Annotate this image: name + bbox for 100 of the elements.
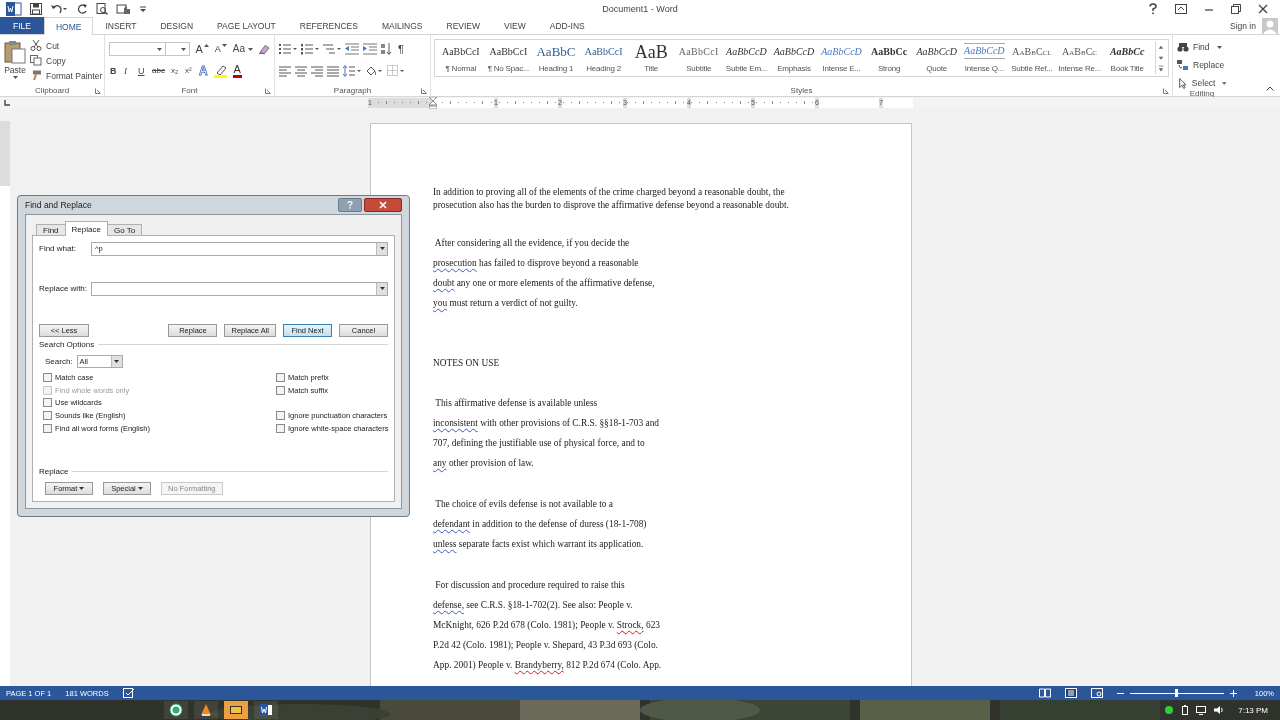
replace-button[interactable]: Replace xyxy=(1177,59,1227,71)
proofing-icon[interactable] xyxy=(122,688,135,698)
ribbon-tab[interactable]: VIEW xyxy=(492,17,538,34)
dialog-launcher-icon[interactable] xyxy=(1163,88,1169,94)
document-text: defendant in addition to the defense of duress (18-1-708) xyxy=(433,518,647,531)
ribbon-tab[interactable]: DESIGN xyxy=(148,17,206,34)
zoom-slider[interactable] xyxy=(1129,688,1224,698)
style-item[interactable]: AaBbC Heading 1 xyxy=(532,42,580,74)
find-button[interactable]: Find xyxy=(1177,41,1227,53)
paste-button[interactable]: Paste xyxy=(4,38,26,84)
style-item[interactable]: AaBbCcI ¶ Normal xyxy=(437,42,485,74)
sort-icon[interactable] xyxy=(381,43,393,55)
dialog-tab[interactable]: Find xyxy=(36,224,66,236)
style-item[interactable]: AaBbCcD Intense Q... xyxy=(960,42,1009,74)
help-icon[interactable] xyxy=(1148,2,1158,15)
taskbar-button[interactable] xyxy=(254,701,278,719)
caret-icon xyxy=(12,76,18,79)
web-layout-icon[interactable] xyxy=(1090,688,1103,698)
show-formatting-marks-button[interactable]: ¶ xyxy=(397,42,405,56)
format-painter-button[interactable]: Format Painter xyxy=(30,69,103,82)
clear-formatting-icon[interactable] xyxy=(258,43,270,55)
numbering-icon[interactable] xyxy=(301,43,319,55)
taskbar-button[interactable] xyxy=(194,701,218,719)
network-icon[interactable] xyxy=(1164,705,1175,715)
cut-button[interactable]: Cut xyxy=(30,39,103,52)
highlighter-icon[interactable] xyxy=(212,64,229,78)
ribbon-tab[interactable]: HOME xyxy=(43,17,94,35)
shrink-font-button[interactable]: A xyxy=(213,42,228,56)
save-icon[interactable] xyxy=(30,2,42,15)
close-icon[interactable] xyxy=(1258,3,1268,14)
indent-marker-icon[interactable] xyxy=(429,97,437,109)
replace-with-field[interactable] xyxy=(91,281,388,296)
file-tab[interactable]: FILE xyxy=(0,17,44,34)
shading-icon[interactable] xyxy=(365,65,383,77)
bold-button[interactable]: B xyxy=(109,64,119,78)
print-layout-icon[interactable] xyxy=(1064,688,1077,698)
style-item[interactable]: AaBbCcI Heading 2 xyxy=(579,42,628,74)
style-item[interactable]: AaBbCcI Subtitle xyxy=(674,42,723,74)
restore-icon[interactable] xyxy=(1231,3,1241,14)
style-item[interactable]: AaBbCc Book Title xyxy=(1103,42,1151,74)
battery-icon[interactable] xyxy=(1182,705,1189,715)
redo-icon[interactable] xyxy=(76,2,88,15)
clock[interactable]: 7:13 PM xyxy=(1238,705,1268,715)
style-item[interactable]: AaBbCcD Quote xyxy=(912,42,961,74)
ribbon-tab[interactable]: REFERENCES xyxy=(287,17,370,34)
change-case-button[interactable]: Aa xyxy=(231,42,255,56)
copy-button[interactable]: Copy xyxy=(30,54,103,67)
style-item[interactable]: AaBbCcI ¶ No Spac... xyxy=(484,42,533,74)
superscript-button[interactable]: x² xyxy=(183,64,194,78)
more-styles-icon[interactable] xyxy=(1156,63,1166,74)
zoom-in-icon[interactable] xyxy=(1229,689,1237,697)
subscript-button[interactable]: x₂ xyxy=(169,64,180,78)
touch-mode-icon[interactable] xyxy=(116,2,132,15)
dialog-launcher-icon[interactable] xyxy=(95,88,101,94)
ribbon-tab[interactable]: PAGE LAYOUT xyxy=(205,17,288,34)
taskbar-button[interactable] xyxy=(224,701,248,719)
close-button[interactable] xyxy=(364,198,402,212)
style-item[interactable]: AaB Title xyxy=(627,42,675,74)
dialog-launcher-icon[interactable] xyxy=(421,88,427,94)
font-color-button[interactable]: A xyxy=(232,64,242,78)
strikethrough-button[interactable]: abc xyxy=(151,64,166,78)
undo-icon[interactable] xyxy=(50,2,68,15)
style-item[interactable]: AaBbCcD Intense E... xyxy=(817,42,866,74)
style-item[interactable]: AaBbCc Intense Re... xyxy=(1055,42,1104,74)
dialog-tab[interactable]: Go To xyxy=(106,224,143,236)
read-mode-icon[interactable] xyxy=(1038,688,1051,698)
customize-caret-icon[interactable] xyxy=(140,4,146,13)
group-label: Font xyxy=(181,85,198,95)
dialog-launcher-icon[interactable] xyxy=(265,88,271,94)
style-item[interactable]: AaBbCcD Emphasis xyxy=(770,42,818,74)
ribbon-tab[interactable]: INSERT xyxy=(93,17,149,34)
select-button[interactable]: Select xyxy=(1177,77,1227,89)
style-item[interactable]: AaBbCcl Subtle Ref... xyxy=(1008,42,1056,74)
line-spacing-icon[interactable] xyxy=(343,65,361,77)
document-text: prosecution has failed to disprove beyond a reasonable xyxy=(433,257,639,270)
style-item[interactable]: AaBbCc Strong xyxy=(865,42,913,74)
document-text: any other provision of law. xyxy=(433,457,534,470)
speaker-icon[interactable] xyxy=(1214,705,1225,715)
print-preview-icon[interactable] xyxy=(96,2,108,15)
grow-font-button[interactable]: A xyxy=(194,42,210,56)
decrease-indent-icon[interactable] xyxy=(345,43,359,55)
tab-selector-icon[interactable] xyxy=(3,99,11,107)
taskbar-button[interactable] xyxy=(164,701,188,719)
underline-button[interactable]: U xyxy=(137,64,147,78)
collapse-ribbon-icon[interactable] xyxy=(1266,86,1274,91)
monitor-icon[interactable] xyxy=(1196,705,1207,715)
sign-in-link[interactable]: Sign in xyxy=(1230,20,1256,31)
multilevel-list-icon[interactable] xyxy=(323,43,341,55)
style-item[interactable]: AaBbCcD Subtle Em... xyxy=(722,42,771,74)
ribbon-tab[interactable]: MAILINGS xyxy=(369,17,435,34)
bullets-icon[interactable] xyxy=(279,43,297,55)
ribbon-tab[interactable]: ADD-INS xyxy=(537,17,597,34)
dialog-tab[interactable]: Replace xyxy=(64,221,108,236)
ribbon-tab[interactable]: REVIEW xyxy=(434,17,493,34)
ribbon-display-icon[interactable] xyxy=(1175,3,1187,14)
italic-button[interactable]: I xyxy=(123,64,133,78)
help-button[interactable] xyxy=(338,198,362,212)
increase-indent-icon[interactable] xyxy=(363,43,377,55)
font-size-field[interactable] xyxy=(165,42,191,56)
font-name-field[interactable] xyxy=(109,42,167,56)
